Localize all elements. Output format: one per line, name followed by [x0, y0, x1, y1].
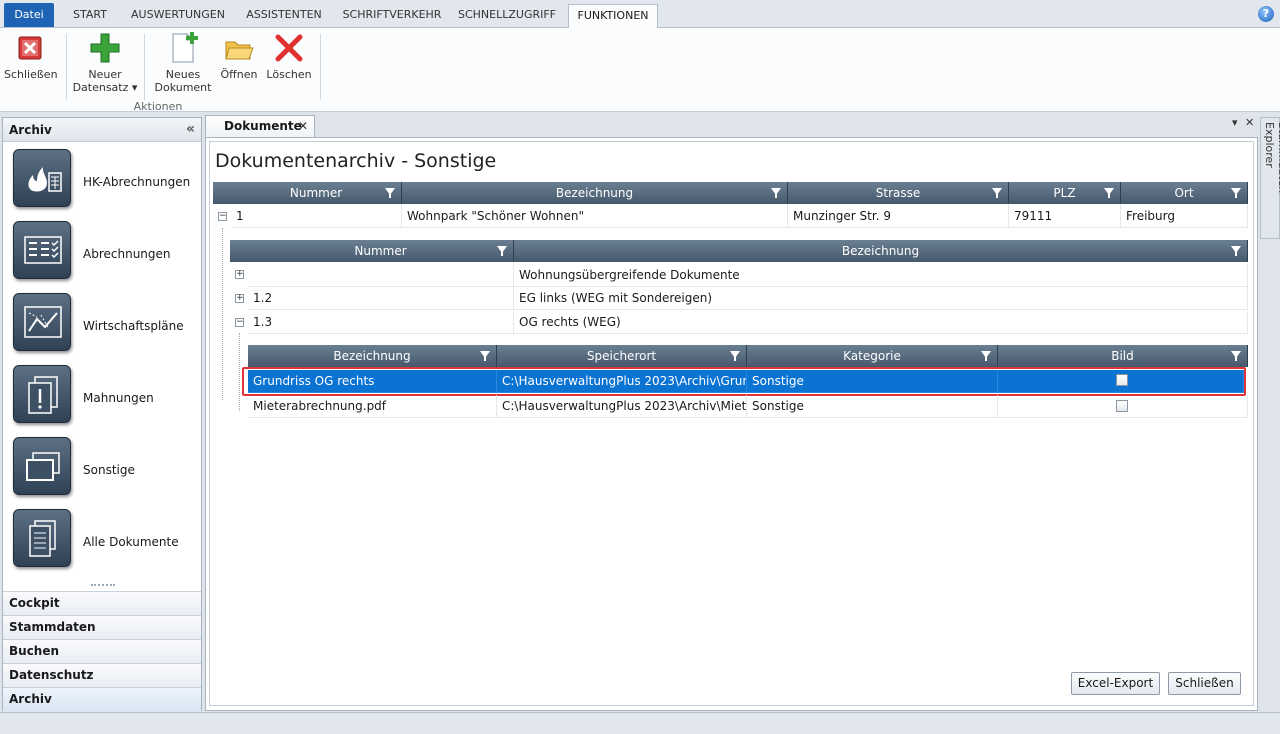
nav-item-abrechnungen[interactable]: Abrechnungen	[13, 221, 201, 285]
nav-item-wirtschaftsplaene[interactable]: Wirtschaftspläne	[13, 293, 201, 357]
stammdaten-explorer-tab[interactable]: Stammdaten-Explorer	[1260, 117, 1280, 239]
section-archiv[interactable]: Archiv	[3, 687, 201, 711]
filter-icon[interactable]	[771, 188, 781, 198]
column-header-kategorie[interactable]: Kategorie	[747, 345, 998, 367]
close-icon[interactable]: ✕	[298, 116, 308, 137]
filter-icon[interactable]	[385, 188, 395, 198]
windows-stack-icon	[13, 437, 71, 495]
nav-item-hk-abrechnungen[interactable]: HK-Abrechnungen	[13, 149, 201, 213]
tab-start[interactable]: START	[60, 4, 120, 28]
column-header-speicherort[interactable]: Speicherort	[497, 345, 747, 367]
selection-highlight	[242, 367, 1246, 396]
column-header-bild[interactable]: Bild	[998, 345, 1248, 367]
excel-export-button[interactable]: Excel-Export	[1071, 672, 1160, 695]
filter-icon[interactable]	[1104, 188, 1114, 198]
statement-list-icon	[13, 221, 71, 279]
column-header-plz[interactable]: PLZ	[1009, 182, 1121, 204]
window-controls: ▾ ✕	[1232, 116, 1254, 129]
column-header-strasse[interactable]: Strasse	[788, 182, 1009, 204]
column-header-bezeichnung[interactable]: Bezeichnung	[514, 240, 1248, 262]
open-button[interactable]: Öffnen	[218, 32, 260, 81]
collapse-icon[interactable]: «	[186, 122, 195, 136]
expand-toggle-icon[interactable]: +	[235, 294, 244, 303]
new-document-icon	[167, 32, 199, 64]
column-header-nummer[interactable]: Nummer	[231, 182, 402, 204]
navigation-panel: Archiv « HK-Abrechnungen Abrechnungen Wi…	[2, 117, 202, 711]
delete-button[interactable]: Löschen	[266, 32, 312, 81]
section-buchen[interactable]: Buchen	[3, 639, 201, 663]
filter-icon[interactable]	[981, 351, 991, 361]
new-record-button[interactable]: Neuer Datensatz ▾	[72, 32, 138, 94]
flame-calculator-icon	[13, 149, 71, 207]
collapse-toggle-icon[interactable]: −	[235, 318, 244, 327]
filter-icon[interactable]	[1231, 351, 1241, 361]
nav-item-sonstige[interactable]: Sonstige	[13, 437, 201, 501]
column-header-bezeichnung[interactable]: Bezeichnung	[402, 182, 788, 204]
ribbon-group-label: Aktionen	[133, 100, 183, 113]
delete-x-icon	[273, 32, 305, 64]
close-button[interactable]: Schließen	[4, 32, 58, 81]
close-dialog-button[interactable]: Schließen	[1168, 672, 1241, 695]
section-cockpit[interactable]: Cockpit	[3, 591, 201, 615]
nav-item-alle-dokumente[interactable]: Alle Dokumente	[13, 509, 201, 573]
splitter-grip[interactable]	[91, 584, 115, 588]
filter-icon[interactable]	[992, 188, 1002, 198]
column-header-bezeichnung[interactable]: Bezeichnung	[248, 345, 497, 367]
page-title: Dokumentenarchiv - Sonstige	[215, 150, 497, 172]
panel-header: Archiv «	[3, 118, 201, 142]
tab-assistenten[interactable]: ASSISTENTEN	[238, 4, 330, 28]
section-stammdaten[interactable]: Stammdaten	[3, 615, 201, 639]
close-doc-icon	[14, 32, 46, 64]
tree-line	[239, 333, 240, 411]
chevron-down-icon[interactable]: ▾	[1232, 116, 1238, 129]
section-datenschutz[interactable]: Datenschutz	[3, 663, 201, 687]
nav-item-mahnungen[interactable]: Mahnungen	[13, 365, 201, 429]
tab-datei[interactable]: Datei	[4, 3, 54, 27]
trend-chart-icon	[13, 293, 71, 351]
ribbon-tab-bar: Datei START AUSWERTUNGEN ASSISTENTEN SCH…	[0, 0, 1280, 29]
filter-icon[interactable]	[1231, 188, 1241, 198]
tab-dokumente[interactable]: Dokumente ✕	[205, 115, 315, 138]
tree-line	[222, 228, 223, 400]
close-icon[interactable]: ✕	[1245, 116, 1254, 129]
header-spacer	[230, 240, 248, 262]
ribbon-toolbar: Schließen Neuer Datensatz ▾ Neues Dokume…	[0, 28, 1280, 113]
filter-icon[interactable]	[480, 351, 490, 361]
status-bar	[0, 712, 1280, 734]
header-spacer	[213, 182, 231, 204]
collapse-toggle-icon[interactable]: −	[218, 212, 227, 221]
plus-icon	[89, 32, 121, 64]
tab-auswertungen[interactable]: AUSWERTUNGEN	[124, 4, 232, 28]
new-document-button[interactable]: Neues Dokument	[150, 32, 216, 94]
column-header-ort[interactable]: Ort	[1121, 182, 1248, 204]
tab-funktionen[interactable]: FUNKTIONEN	[568, 4, 658, 29]
documents-stack-icon	[13, 509, 71, 567]
panel-title: Archiv	[9, 123, 52, 137]
folder-open-icon	[223, 32, 255, 64]
bild-checkbox[interactable]	[1116, 400, 1128, 412]
column-header-nummer[interactable]: Nummer	[248, 240, 514, 262]
expand-toggle-icon[interactable]: +	[235, 270, 244, 279]
tab-schriftverkehr[interactable]: SCHRIFTVERKEHR	[336, 4, 448, 28]
help-icon[interactable]: ?	[1258, 6, 1274, 22]
filter-icon[interactable]	[730, 351, 740, 361]
tab-schnellzugriff[interactable]: SCHNELLZUGRIFF	[452, 4, 562, 28]
filter-icon[interactable]	[1231, 246, 1241, 256]
filter-icon[interactable]	[497, 246, 507, 256]
chevron-down-icon: ▾	[128, 81, 138, 94]
warning-document-icon	[13, 365, 71, 423]
